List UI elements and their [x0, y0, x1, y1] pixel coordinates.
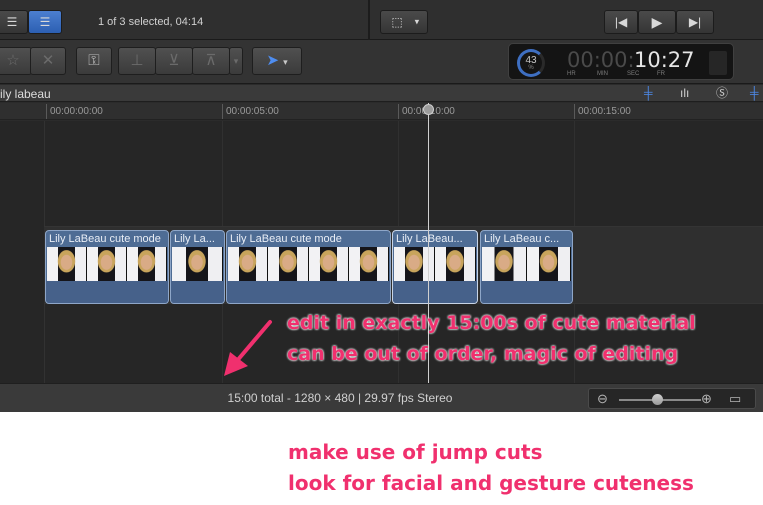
- gauge-unit: %: [528, 65, 534, 71]
- tool-select-menu[interactable]: ➤ ▾: [252, 47, 302, 75]
- favorite-button[interactable]: ☆: [0, 47, 32, 75]
- timecode-main: 10:27: [634, 48, 695, 72]
- next-icon: ▶|: [688, 15, 702, 29]
- append-clip-button[interactable]: ⊼: [192, 47, 230, 75]
- dashboard[interactable]: 43 % 00:00: 10:27 HR MIN SEC FR: [508, 43, 734, 80]
- playhead[interactable]: [428, 103, 429, 383]
- keyword-icon: ⚿: [88, 52, 100, 69]
- ruler-tick: [574, 104, 575, 119]
- clip-filmstrip: [228, 247, 389, 281]
- skimming-icon: ╪: [644, 86, 653, 100]
- clip-audio-band: [393, 281, 477, 303]
- zoom-out-icon[interactable]: ⊖: [597, 390, 608, 408]
- filmstrip-view-button[interactable]: ☰: [0, 10, 28, 34]
- zoom-control: ⊖ ⊕ ▭: [588, 388, 756, 409]
- timecode-label-min: MIN: [597, 71, 608, 77]
- note-line-2: look for facial and gesture cuteness: [288, 471, 694, 495]
- select-arrow-icon: ➤: [266, 52, 279, 69]
- project-name: ily labeau: [0, 87, 51, 101]
- viewer-crop-button[interactable]: ⬚ ▾: [380, 10, 428, 34]
- audio-meter: [709, 51, 727, 75]
- audio-skimming-button[interactable]: ılı: [680, 86, 689, 100]
- star-icon: ☆: [6, 52, 20, 69]
- clip-name: Lily LaBeau...: [396, 233, 463, 245]
- final-cut-window: ☰ ☰ 1 of 3 selected, 04:14 ⬚ ▾ |◀ ▶ ▶| ☆…: [0, 0, 763, 412]
- chevron-down-icon: ▾: [233, 56, 239, 66]
- clip-appearance-icon[interactable]: ▭: [729, 390, 741, 408]
- clip-filmstrip: [47, 247, 167, 281]
- ruler-tick: [222, 104, 223, 119]
- snapping-icon: ╪: [750, 86, 759, 100]
- zoom-slider-knob[interactable]: [652, 394, 663, 405]
- timecode-label-hr: HR: [567, 71, 576, 77]
- next-edit-button[interactable]: ▶|: [676, 10, 714, 34]
- selection-status: 1 of 3 selected, 04:14: [98, 16, 204, 28]
- connect-icon: ⊥: [130, 52, 144, 69]
- play-button[interactable]: ▶: [638, 10, 676, 34]
- waveform-icon: ılı: [680, 86, 690, 100]
- list-view-icon: ☰: [6, 15, 18, 29]
- chevron-down-icon: ▾: [283, 57, 288, 67]
- play-icon: ▶: [651, 14, 663, 30]
- background-task-gauge[interactable]: 43 %: [517, 49, 545, 77]
- insert-clip-button[interactable]: ⊻: [155, 47, 193, 75]
- solo-icon: Ⓢ: [716, 86, 729, 100]
- timeline-header: ily labeau ╪ ılı Ⓢ ╪: [0, 85, 763, 102]
- pane-divider: [368, 0, 370, 40]
- clip-name: Lily LaBeau c...: [484, 233, 560, 245]
- top-bar: ☰ ☰ 1 of 3 selected, 04:14 ⬚ ▾ |◀ ▶ ▶|: [0, 0, 763, 40]
- zoom-in-icon[interactable]: ⊕: [701, 390, 712, 408]
- timecode-dim: 00:00:: [567, 48, 635, 72]
- toolbar: ☆ ✕ ⚿ ⊥ ⊻ ⊼ ▾ ➤ ▾ 43 % 00:00: 10:27 HR M…: [0, 40, 763, 84]
- timeline-clip[interactable]: Lily LaBeau cute mode: [45, 230, 169, 304]
- ruler-label: 00:00:15:00: [578, 106, 631, 117]
- clip-audio-band: [481, 281, 572, 303]
- annotation-line-1: edit in exactly 15:00s of cute material: [287, 312, 696, 334]
- snapping-button[interactable]: ╪: [750, 86, 759, 100]
- playhead-handle[interactable]: [423, 104, 434, 115]
- annotation-line-2: can be out of order, magic of editing: [287, 343, 679, 365]
- clip-audio-band: [46, 281, 168, 303]
- reject-button[interactable]: ✕: [30, 47, 66, 75]
- previous-edit-button[interactable]: |◀: [604, 10, 638, 34]
- timecode-label-fr: FR: [657, 71, 665, 77]
- clip-audio-band: [227, 281, 390, 303]
- clip-view-icon: ☰: [39, 15, 51, 29]
- clip-name: Lily LaBeau cute mode: [230, 233, 342, 245]
- note-line-1: make use of jump cuts: [288, 440, 543, 464]
- ruler-tick: [46, 104, 47, 119]
- clip-name: Lily LaBeau cute mode: [49, 233, 161, 245]
- crop-icon: ⬚: [391, 15, 403, 29]
- ruler-tick: [398, 104, 399, 119]
- timeline-clip[interactable]: Lily La...: [170, 230, 225, 304]
- reject-icon: ✕: [41, 52, 55, 69]
- chevron-down-icon: ▾: [414, 16, 420, 27]
- keyword-button[interactable]: ⚿: [76, 47, 112, 75]
- list-view-button[interactable]: ☰: [28, 10, 62, 34]
- clip-filmstrip: [172, 247, 223, 281]
- insert-icon: ⊻: [168, 52, 180, 69]
- clip-name: Lily La...: [174, 233, 215, 245]
- clip-filmstrip: [482, 247, 571, 281]
- solo-button[interactable]: Ⓢ: [716, 86, 728, 100]
- ruler-label: 00:00:00:00: [50, 106, 103, 117]
- timeline-clip[interactable]: Lily LaBeau c...: [480, 230, 573, 304]
- clip-filmstrip: [394, 247, 476, 281]
- clip-audio-band: [171, 281, 224, 303]
- timeline-clip-selected[interactable]: Lily LaBeau...: [392, 230, 478, 304]
- append-icon: ⊼: [205, 52, 217, 69]
- timeline-ruler[interactable]: 00:00:00:00 00:00:05:00 00:00:10:00 00:0…: [0, 103, 763, 120]
- status-bar: 15:00 total - 1280 × 480 | 29.97 fps Ste…: [0, 383, 763, 412]
- timeline-clip[interactable]: Lily LaBeau cute mode: [226, 230, 391, 304]
- connect-clip-button[interactable]: ⊥: [118, 47, 156, 75]
- timecode-label-sec: SEC: [627, 71, 640, 77]
- ruler-label: 00:00:05:00: [226, 106, 279, 117]
- annotation-arrow-icon: [224, 320, 272, 376]
- edit-options-menu[interactable]: ▾: [229, 47, 243, 75]
- previous-icon: |◀: [614, 15, 628, 29]
- clip-skimming-button[interactable]: ╪: [644, 86, 653, 100]
- timeline-summary: 15:00 total - 1280 × 480 | 29.97 fps Ste…: [227, 391, 453, 405]
